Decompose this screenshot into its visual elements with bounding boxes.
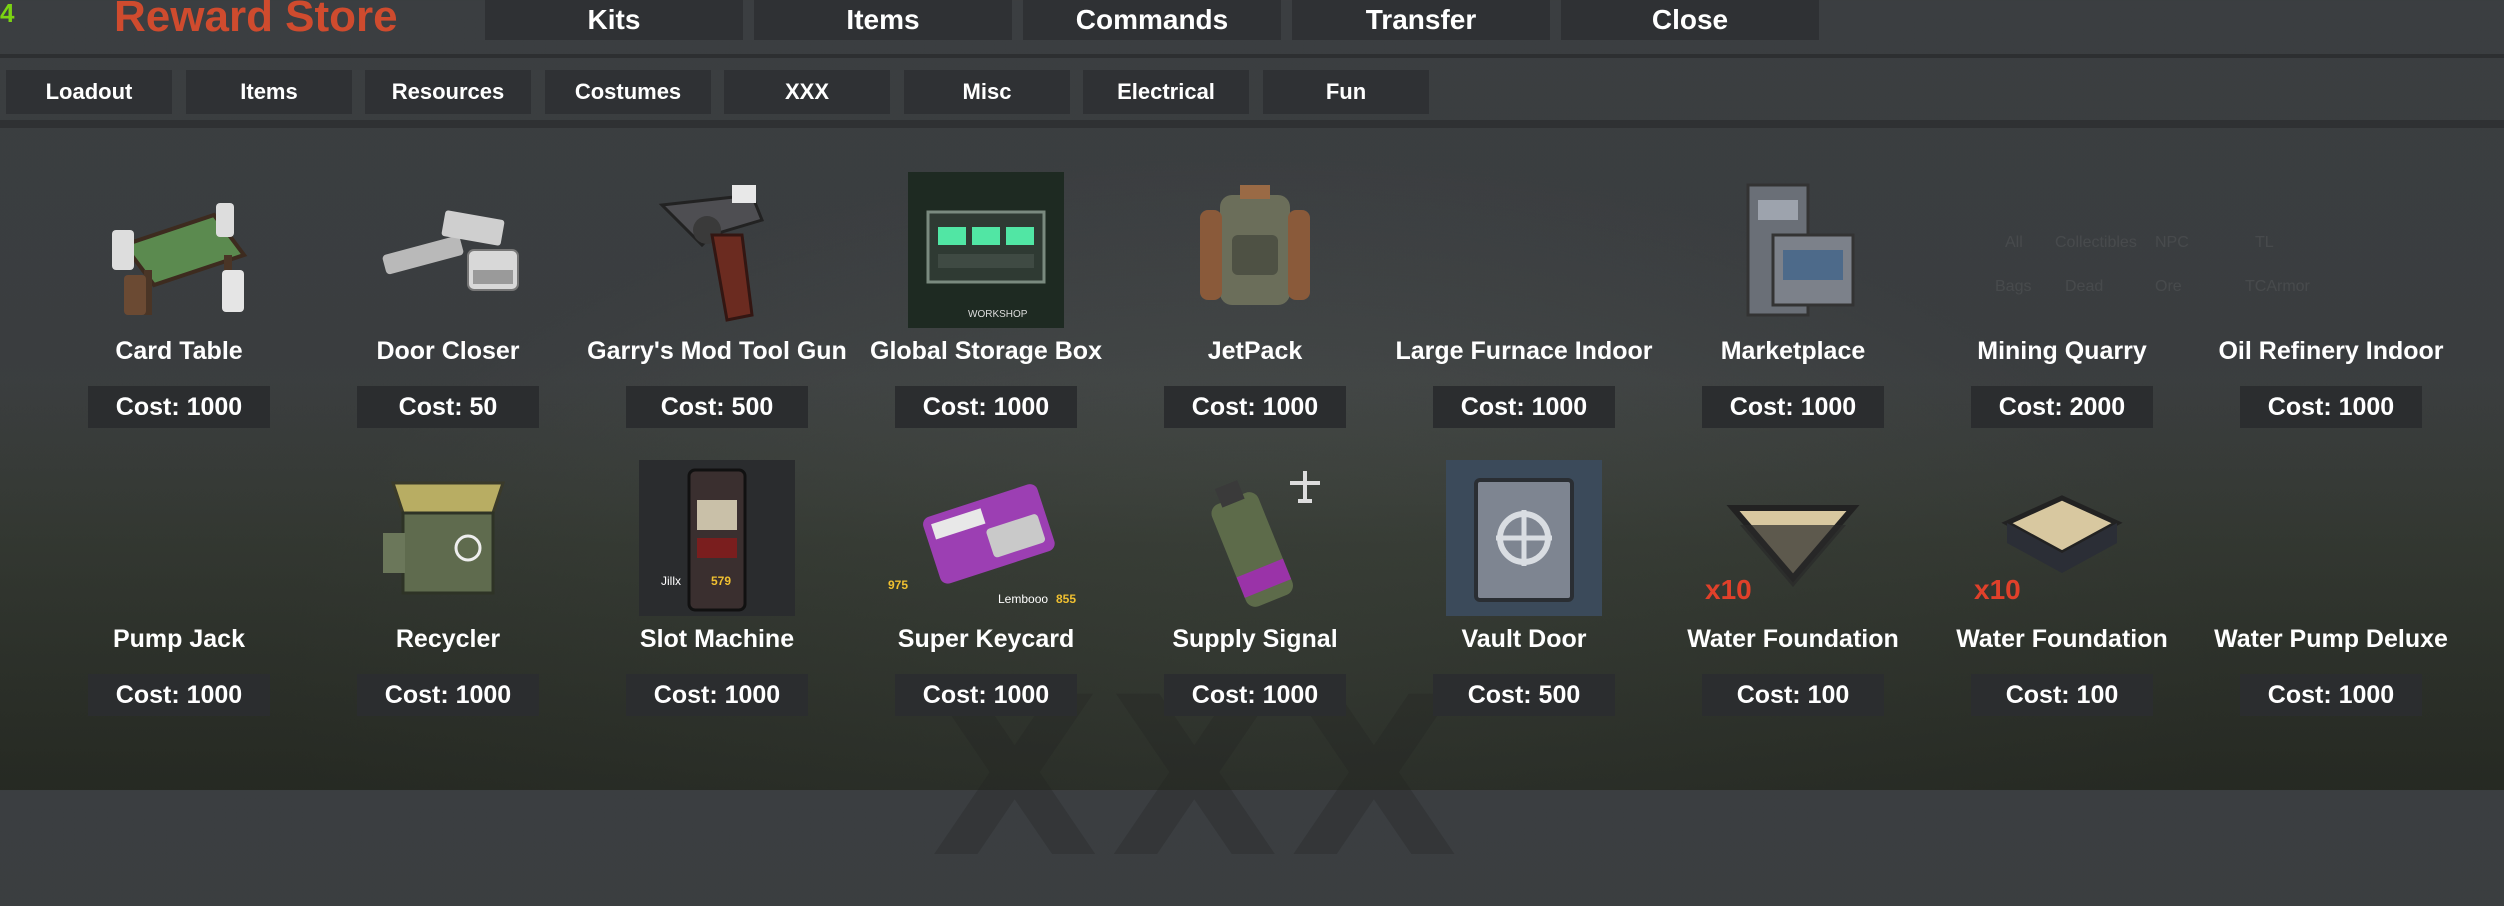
store-item-jetpack[interactable]: JetPack Cost: 1000 bbox=[1120, 172, 1390, 442]
buy-button[interactable]: Cost: 1000 bbox=[2240, 386, 2422, 428]
store-item-recycler[interactable]: Recycler Cost: 1000 bbox=[313, 460, 583, 730]
category-divider bbox=[0, 120, 2504, 128]
item-name: Vault Door bbox=[1461, 625, 1587, 653]
store-item-tool-gun[interactable]: Garry's Mod Tool Gun Cost: 500 bbox=[582, 172, 852, 442]
storage-box-icon: WORKSHOP bbox=[908, 172, 1064, 328]
quantity-badge: x10 bbox=[1974, 574, 2021, 605]
item-name: Large Furnace Indoor bbox=[1395, 337, 1653, 365]
buy-button[interactable]: Cost: 500 bbox=[1433, 674, 1615, 716]
tool-gun-icon bbox=[639, 172, 795, 328]
jetpack-icon bbox=[1177, 172, 1333, 328]
buy-button[interactable]: Cost: 1000 bbox=[1702, 386, 1884, 428]
triangle-foundation-icon: x10 bbox=[1705, 460, 1871, 616]
image-caption-number: 579 bbox=[711, 574, 732, 588]
store-item-card-table[interactable]: Card Table Cost: 1000 bbox=[44, 172, 314, 442]
store-item-super-keycard[interactable]: 975 Lembooo 855 Super Keycard Cost: 1000 bbox=[851, 460, 1121, 730]
category-resources[interactable]: Resources bbox=[365, 70, 531, 114]
item-name: Garry's Mod Tool Gun bbox=[587, 337, 847, 365]
item-name: Mining Quarry bbox=[1977, 337, 2147, 365]
category-items[interactable]: Items bbox=[186, 70, 352, 114]
oil-refinery-icon bbox=[2253, 172, 2409, 328]
buy-button[interactable]: Cost: 500 bbox=[626, 386, 808, 428]
water-pump-icon bbox=[2253, 460, 2409, 616]
buy-button[interactable]: Cost: 1000 bbox=[1164, 386, 1346, 428]
store-item-mining-quarry[interactable]: Mining Quarry Cost: 2000 bbox=[1927, 172, 2197, 442]
item-name: Slot Machine bbox=[639, 625, 795, 653]
store-item-door-closer[interactable]: Door Closer Cost: 50 bbox=[313, 172, 583, 442]
mining-quarry-icon bbox=[1984, 172, 2140, 328]
item-name: Water Foundation bbox=[1687, 625, 1899, 653]
buy-button[interactable]: Cost: 50 bbox=[357, 386, 539, 428]
store-item-vault-door[interactable]: Vault Door Cost: 500 bbox=[1389, 460, 1659, 730]
recycler-icon bbox=[370, 460, 526, 616]
item-name: Recycler bbox=[395, 625, 501, 653]
item-name: Supply Signal bbox=[1172, 625, 1338, 653]
item-name: Card Table bbox=[115, 337, 243, 365]
store-item-large-furnace-indoor[interactable]: Large Furnace Indoor Cost: 1000 bbox=[1389, 172, 1659, 442]
buy-button[interactable]: Cost: 1000 bbox=[357, 674, 539, 716]
image-caption: Lembooo bbox=[998, 592, 1049, 606]
buy-button[interactable]: Cost: 1000 bbox=[1433, 386, 1615, 428]
nav-button-kits[interactable]: Kits bbox=[485, 0, 743, 40]
category-loadout[interactable]: Loadout bbox=[6, 70, 172, 114]
buy-button[interactable]: Cost: 1000 bbox=[88, 674, 270, 716]
quantity-badge: x10 bbox=[1705, 574, 1752, 605]
top-navigation-bar: 4 Reward Store Kits Items Commands Trans… bbox=[0, 0, 2504, 58]
category-costumes[interactable]: Costumes bbox=[545, 70, 711, 114]
image-caption-left: 975 bbox=[888, 578, 909, 592]
slot-machine-icon: Jillx 579 bbox=[639, 460, 795, 616]
store-item-global-storage-box[interactable]: WORKSHOP Global Storage Box Cost: 1000 bbox=[851, 172, 1121, 442]
large-furnace-icon bbox=[1446, 172, 1602, 328]
counter-value: 4 bbox=[0, 0, 15, 28]
store-item-oil-refinery-indoor[interactable]: Oil Refinery Indoor Cost: 1000 bbox=[2196, 172, 2466, 442]
image-caption-number: 855 bbox=[1056, 592, 1077, 606]
category-misc[interactable]: Misc bbox=[904, 70, 1070, 114]
item-name: Oil Refinery Indoor bbox=[2218, 337, 2444, 365]
buy-button[interactable]: Cost: 1000 bbox=[1164, 674, 1346, 716]
store-item-pump-jack[interactable]: Pump Jack Cost: 1000 bbox=[44, 460, 314, 730]
vault-door-icon bbox=[1446, 460, 1602, 616]
item-name: Water Foundation bbox=[1956, 625, 2168, 653]
item-name: Pump Jack bbox=[112, 625, 245, 653]
item-name: Water Pump Deluxe bbox=[2214, 625, 2448, 653]
buy-button[interactable]: Cost: 1000 bbox=[895, 674, 1077, 716]
page-title: Reward Store bbox=[114, 0, 398, 41]
nav-button-items[interactable]: Items bbox=[754, 0, 1012, 40]
square-foundation-icon: x10 bbox=[1974, 460, 2140, 616]
item-name: Marketplace bbox=[1720, 337, 1866, 365]
top-divider bbox=[0, 54, 2504, 58]
store-item-water-foundation-square[interactable]: x10 Water Foundation Cost: 100 bbox=[1927, 460, 2197, 730]
marketplace-icon bbox=[1715, 172, 1871, 328]
door-closer-icon bbox=[370, 172, 526, 328]
supply-signal-icon bbox=[1177, 460, 1333, 616]
close-button[interactable]: Close bbox=[1561, 0, 1819, 40]
category-xxx[interactable]: XXX bbox=[724, 70, 890, 114]
pump-jack-icon bbox=[101, 460, 257, 616]
item-name: Global Storage Box bbox=[870, 337, 1102, 365]
buy-button[interactable]: Cost: 100 bbox=[1702, 674, 1884, 716]
store-item-slot-machine[interactable]: Jillx 579 Slot Machine Cost: 1000 bbox=[582, 460, 852, 730]
nav-button-transfer[interactable]: Transfer bbox=[1292, 0, 1550, 40]
item-name: Super Keycard bbox=[897, 625, 1075, 653]
store-item-water-foundation-triangle[interactable]: x10 Water Foundation Cost: 100 bbox=[1658, 460, 1928, 730]
store-item-supply-signal[interactable]: Supply Signal Cost: 1000 bbox=[1120, 460, 1390, 730]
item-name: Door Closer bbox=[376, 337, 520, 365]
buy-button[interactable]: Cost: 1000 bbox=[88, 386, 270, 428]
keycard-icon: 975 Lembooo 855 bbox=[888, 460, 1076, 616]
store-item-marketplace[interactable]: Marketplace Cost: 1000 bbox=[1658, 172, 1928, 442]
image-caption: Jillx bbox=[661, 574, 681, 588]
store-item-water-pump-deluxe[interactable]: Water Pump Deluxe Cost: 1000 bbox=[2196, 460, 2466, 730]
buy-button[interactable]: Cost: 2000 bbox=[1971, 386, 2153, 428]
category-electrical[interactable]: Electrical bbox=[1083, 70, 1249, 114]
buy-button[interactable]: Cost: 1000 bbox=[2240, 674, 2422, 716]
buy-button[interactable]: Cost: 1000 bbox=[626, 674, 808, 716]
buy-button[interactable]: Cost: 1000 bbox=[895, 386, 1077, 428]
item-name: JetPack bbox=[1207, 337, 1303, 365]
image-caption: WORKSHOP bbox=[968, 309, 1028, 320]
category-fun[interactable]: Fun bbox=[1263, 70, 1429, 114]
card-table-icon bbox=[101, 172, 257, 328]
nav-button-commands[interactable]: Commands bbox=[1023, 0, 1281, 40]
buy-button[interactable]: Cost: 100 bbox=[1971, 674, 2153, 716]
